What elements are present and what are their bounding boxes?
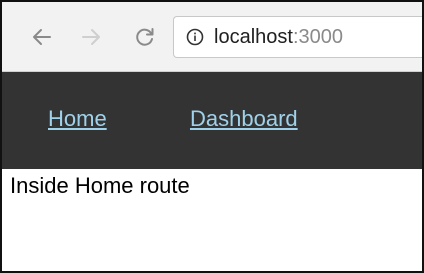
browser-toolbar: localhost:3000: [2, 2, 422, 72]
nav-link-dashboard[interactable]: Dashboard: [190, 106, 298, 132]
address-bar[interactable]: localhost:3000: [173, 16, 422, 58]
address-bar-url: localhost:3000: [214, 26, 343, 49]
reload-icon: [136, 28, 154, 46]
arrow-right-icon: [82, 29, 100, 45]
reload-button[interactable]: [133, 25, 157, 49]
app-navbar: Home Dashboard: [2, 72, 422, 169]
forward-button[interactable]: [79, 25, 103, 49]
back-button[interactable]: [30, 25, 54, 49]
arrow-left-icon: [33, 29, 51, 45]
url-port: :3000: [292, 25, 343, 48]
nav-link-home[interactable]: Home: [48, 106, 107, 132]
url-host: localhost: [214, 25, 293, 48]
info-icon[interactable]: [186, 28, 204, 46]
route-content-text: Inside Home route: [10, 173, 190, 198]
app-window: localhost:3000 Home Dashboard Inside Hom…: [0, 0, 424, 273]
